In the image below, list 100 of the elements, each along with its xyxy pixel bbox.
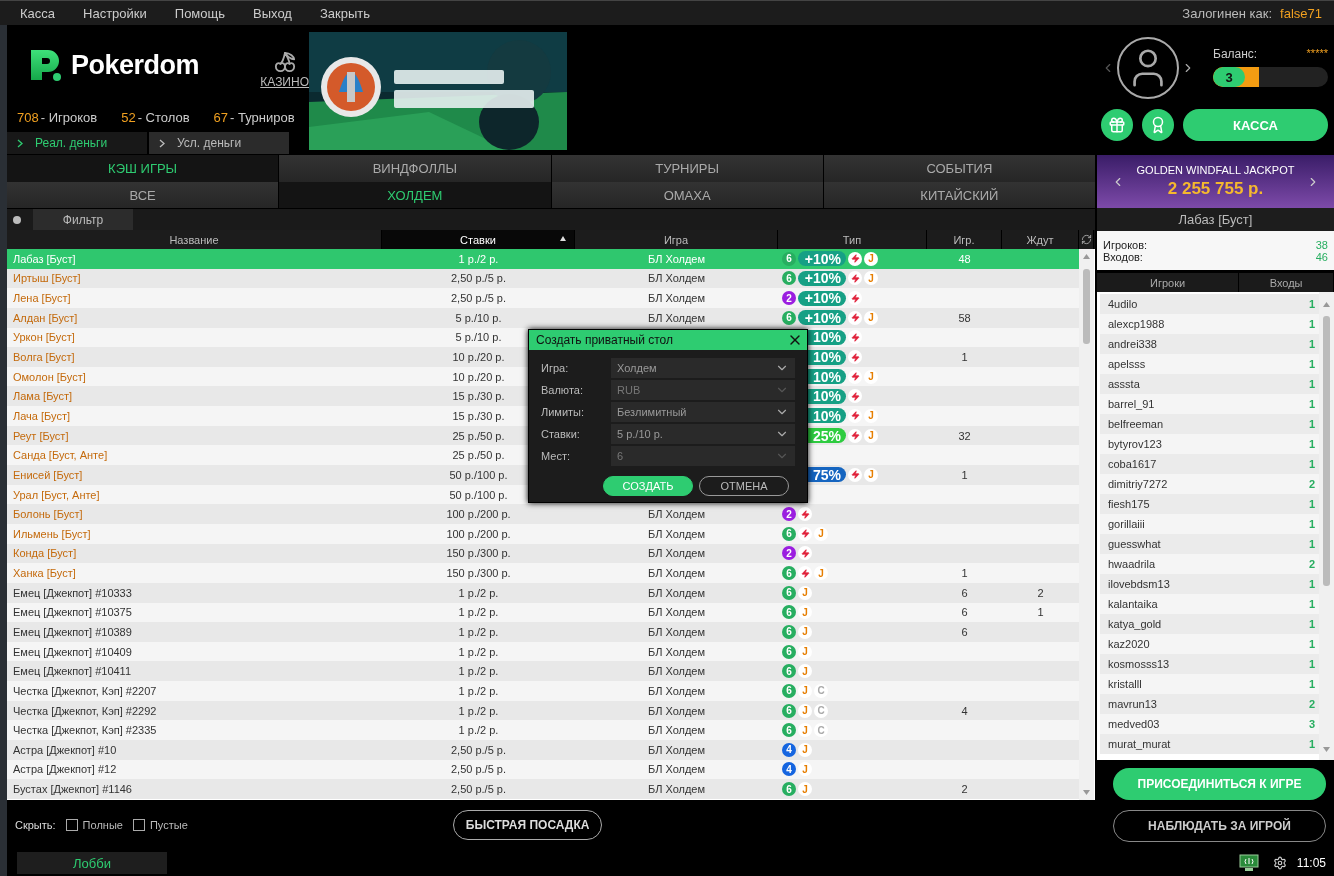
type-badge: J <box>864 310 878 325</box>
balance-value: ***** <box>1306 47 1328 61</box>
bonus-badge: +10% <box>798 310 846 326</box>
stat-caption: - Столов <box>137 109 190 125</box>
table-cell: БЛ Холдем <box>647 311 706 324</box>
table-cell-text: Енисей [Буст] <box>12 468 83 481</box>
table-cell: 2,50 р./5 р. <box>450 743 506 756</box>
table-cell: 1 р./2 р. <box>458 704 499 717</box>
seats-badge: 6 <box>782 723 796 738</box>
table-cell: 4 <box>961 704 968 717</box>
table-cell: 1 р./2 р. <box>458 606 499 619</box>
player-entries: 1 <box>1308 598 1315 610</box>
seats-badge: 6 <box>782 782 796 797</box>
player-name: bytyrov123 <box>1108 438 1162 450</box>
clock-time: 11:05 <box>1296 856 1326 870</box>
table-cell: БЛ Холдем <box>647 684 706 697</box>
table-cell: 5 р./10 р. <box>455 311 502 324</box>
table-cell: БЛ Холдем <box>647 527 706 540</box>
table-cell-text: Астра [Джекпот] #12 <box>12 763 117 776</box>
table-cell: 10 р./20 р. <box>452 370 505 383</box>
table-cell: 1 <box>961 351 968 363</box>
table-title: Лабаз [Буст] <box>1097 208 1334 231</box>
type-badge: J <box>798 664 812 679</box>
player-name: gorillaiii <box>1108 518 1145 530</box>
player-name: katya_gold <box>1108 618 1162 630</box>
table-cell-text: Реут [Буст] <box>12 429 69 442</box>
table-cell: 1 р./2 р. <box>458 684 499 697</box>
table-cell: БЛ Холдем <box>647 763 706 776</box>
table-cell: 1 <box>961 468 968 481</box>
info-label: Игроков: <box>1103 238 1148 251</box>
player-name: ilovebdsm13 <box>1108 578 1170 590</box>
table-cell: 50 р./100 р. <box>449 488 508 501</box>
table-cell-text: Емец [Джекпот] #10333 <box>12 586 132 599</box>
type-badge: J <box>798 782 812 797</box>
info-value: 38 <box>1315 238 1328 251</box>
player-entries: 1 <box>1308 318 1315 330</box>
table-cell: БЛ Холдем <box>647 606 706 619</box>
player-entries: 1 <box>1308 438 1315 450</box>
table-cell-text: Иртыш [Буст] <box>12 272 81 285</box>
type-badge: C <box>814 723 828 738</box>
table-cell-text: Омолон [Буст] <box>12 370 86 383</box>
player-entries: 1 <box>1308 638 1315 650</box>
table-cell: 2,50 р./5 р. <box>450 272 506 285</box>
jackpot-amount: 2 255 755 р. <box>1167 179 1264 199</box>
player-entries: 1 <box>1308 658 1315 670</box>
seats-badge: 6 <box>782 251 796 266</box>
table-cell: БЛ Холдем <box>647 272 706 285</box>
type-badge: J <box>798 644 812 659</box>
table-cell-text: Лача [Буст] <box>12 409 70 422</box>
table-cell: БЛ Холдем <box>647 704 706 717</box>
seats-badge: 6 <box>782 566 796 581</box>
table-cell: 2 <box>961 783 968 796</box>
bonus-badge: +10% <box>798 251 846 267</box>
player-name: medved03 <box>1108 718 1160 730</box>
bonus-badge: +10% <box>798 290 846 306</box>
type-badge: J <box>814 566 828 581</box>
seats-badge: 4 <box>782 762 796 777</box>
seats-badge: 6 <box>782 625 796 639</box>
balance-label: Баланс: <box>1213 47 1258 61</box>
player-entries: 1 <box>1308 518 1315 530</box>
table-cell: БЛ Холдем <box>647 567 706 580</box>
player-name: dimitriy7272 <box>1108 478 1168 490</box>
table-cell: 15 р./30 р. <box>452 409 505 422</box>
table-cell: 25 р./50 р. <box>452 449 505 462</box>
player-name: kalantaika <box>1108 598 1158 610</box>
dialog-title: Создать приватный стол <box>536 333 674 347</box>
table-cell: 100 р./200 р. <box>446 527 511 540</box>
table-cell-text: Емец [Джекпот] #10375 <box>12 606 132 619</box>
seats-badge: 4 <box>782 742 796 757</box>
player-entries: 1 <box>1308 618 1315 630</box>
player-name: kristalll <box>1108 678 1142 690</box>
field-label: Игра: <box>541 362 570 374</box>
table-cell-text: Уркон [Буст] <box>12 331 75 344</box>
table-cell-text: Честка [Джекпот, Кэп] #2292 <box>12 704 157 717</box>
player-name: hwaadrila <box>1108 558 1156 570</box>
table-cell: 5 р./10 р. <box>455 331 502 344</box>
field-label: Валюта: <box>541 384 584 396</box>
player-entries: 2 <box>1308 558 1315 570</box>
hide-label: Скрыть: <box>15 819 56 831</box>
type-badge: J <box>798 703 812 718</box>
table-cell: 6 <box>961 626 968 638</box>
table-cell: 2 <box>1037 586 1044 599</box>
table-cell-text: Емец [Джекпот] #10411 <box>12 665 132 678</box>
seats-badge: 2 <box>782 546 796 561</box>
player-entries: 1 <box>1308 738 1315 750</box>
player-entries: 1 <box>1308 578 1315 590</box>
type-badge: J <box>864 251 878 266</box>
player-name: asssta <box>1108 378 1140 390</box>
table-cell: 2,50 р./5 р. <box>450 763 506 776</box>
table-cell: 1 р./2 р. <box>458 645 499 658</box>
table-cell-text: Честка [Джекпот, Кэп] #2335 <box>12 724 157 737</box>
type-badge: J <box>798 762 812 777</box>
player-name: belfreeman <box>1108 418 1164 430</box>
table-cell: 1 р./2 р. <box>458 724 499 737</box>
stat-count: 708 <box>17 109 39 125</box>
table-cell-text: Алдан [Буст] <box>12 311 78 324</box>
table-cell-text: Емец [Джекпот] #10389 <box>12 626 132 638</box>
table-cell: 1 р./2 р. <box>458 252 499 265</box>
table-cell-text: Лабаз [Буст] <box>12 252 76 265</box>
player-entries: 2 <box>1308 478 1315 490</box>
